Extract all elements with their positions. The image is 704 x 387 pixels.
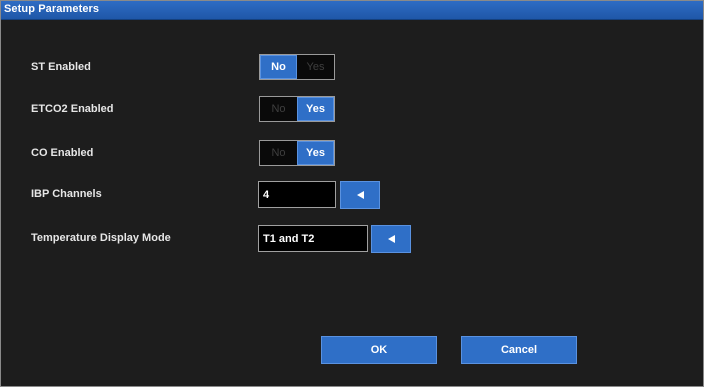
ok-button[interactable]: OK	[321, 336, 437, 364]
temperature-display-mode-label: Temperature Display Mode	[31, 232, 171, 244]
st-enabled-label: ST Enabled	[31, 61, 91, 73]
cancel-button[interactable]: Cancel	[461, 336, 577, 364]
ibp-channels-field[interactable]: 4	[258, 181, 336, 208]
st-enabled-toggle[interactable]: No Yes	[259, 54, 335, 80]
ibp-channels-label: IBP Channels	[31, 188, 102, 200]
temperature-display-mode-arrow-button[interactable]	[371, 225, 411, 253]
temperature-display-mode-field[interactable]: T1 and T2	[258, 225, 368, 252]
title-bar: Setup Parameters	[1, 1, 703, 20]
dialog-title: Setup Parameters	[4, 3, 100, 15]
st-enabled-no-option[interactable]: No	[260, 55, 297, 79]
co-enabled-label: CO Enabled	[31, 147, 94, 159]
co-enabled-yes-option[interactable]: Yes	[297, 141, 334, 165]
co-enabled-no-option[interactable]: No	[260, 141, 297, 165]
co-enabled-toggle[interactable]: No Yes	[259, 140, 335, 166]
etco2-enabled-label: ETCO2 Enabled	[31, 103, 114, 115]
left-arrow-icon	[387, 235, 395, 243]
left-arrow-icon	[356, 191, 364, 199]
setup-parameters-dialog: Setup Parameters ST Enabled No Yes ETCO2…	[0, 0, 704, 387]
etco2-enabled-no-option[interactable]: No	[260, 97, 297, 121]
st-enabled-yes-option[interactable]: Yes	[297, 55, 334, 79]
etco2-enabled-yes-option[interactable]: Yes	[297, 97, 334, 121]
ibp-channels-arrow-button[interactable]	[340, 181, 380, 209]
etco2-enabled-toggle[interactable]: No Yes	[259, 96, 335, 122]
